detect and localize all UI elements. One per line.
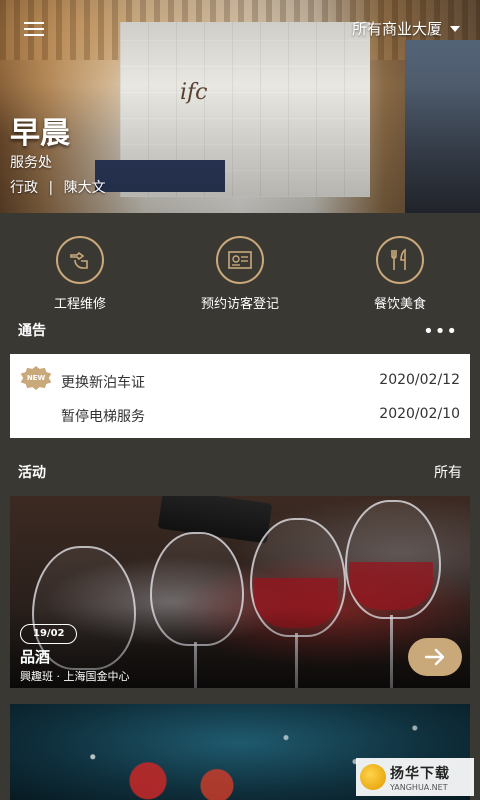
quick-action-visitor[interactable]: 预约访客登记 [160, 236, 320, 312]
hero-banner: ifc 所有商业大厦 早晨 服务处 行政 | 陳大文 [0, 0, 480, 213]
notice-list: NEW 更换新泊车证 2020/02/12 暂停电梯服务 2020/02/10 [10, 354, 470, 438]
activities-heading: 活动 [18, 465, 46, 481]
quick-action-label: 预约访客登记 [200, 297, 279, 312]
building-selector[interactable]: 所有商业大厦 [352, 18, 460, 39]
arrow-right-button[interactable] [408, 638, 462, 676]
notice-date: 2020/02/12 [379, 372, 460, 388]
new-badge-label: NEW [26, 374, 46, 382]
more-dots-icon[interactable]: ••• [423, 321, 458, 342]
event-title: 品酒 [20, 648, 51, 666]
office-label: 服务处 [10, 155, 52, 171]
notices-heading: 通告 [18, 323, 46, 339]
view-all-link[interactable]: 所有 [434, 462, 462, 482]
quick-action-maintenance[interactable]: 工程维修 [0, 236, 160, 312]
watermark-sub: YANGHUA.NET [390, 782, 448, 792]
wrench-hand-icon [56, 236, 104, 284]
event-date-badge: 19/02 [20, 624, 78, 644]
yanghua-logo-icon [360, 764, 386, 790]
quick-action-label: 餐饮美食 [373, 297, 426, 312]
notice-title: 更换新泊车证 [61, 375, 145, 391]
new-badge-icon: NEW [20, 366, 52, 390]
red-wine [349, 562, 433, 610]
notice-date: 2020/02/10 [379, 406, 460, 422]
activity-card[interactable]: 19/02 品酒 興趣班 · 上海国金中心 [10, 496, 470, 688]
notice-title: 暂停电梯服务 [61, 409, 145, 425]
fork-knife-icon [376, 236, 424, 284]
user-name: 陳大文 [63, 180, 106, 196]
user-info: 行政 | 陳大文 [10, 177, 106, 197]
menu-icon[interactable] [24, 22, 44, 36]
notice-item[interactable]: 暂停电梯服务 2020/02/10 [10, 400, 470, 430]
department-label: 行政 [10, 180, 38, 196]
divider: | [48, 180, 54, 196]
greeting-text: 早晨 [10, 116, 70, 151]
event-subtitle: 興趣班 · 上海国金中心 [20, 670, 130, 683]
quick-action-label: 工程维修 [53, 297, 106, 312]
caret-down-icon [450, 25, 460, 32]
building-selector-label: 所有商业大厦 [351, 20, 442, 38]
notice-item[interactable]: NEW 更换新泊车证 2020/02/12 [10, 366, 470, 396]
quick-action-dining[interactable]: 餐饮美食 [320, 236, 480, 312]
arrow-right-icon [424, 648, 445, 666]
watermark-logo: 扬华下载 YANGHUA.NET [356, 758, 474, 796]
watermark-main: 扬华下载 [390, 765, 450, 782]
visitor-card-icon [216, 236, 264, 284]
